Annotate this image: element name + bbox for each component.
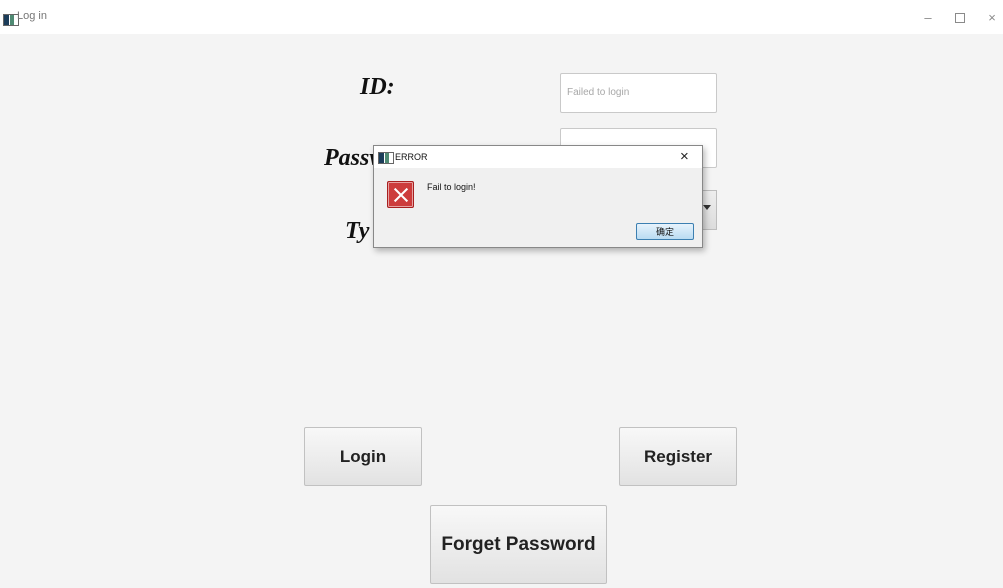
minimize-button[interactable]: – [913,6,943,30]
dialog-app-icon [378,152,394,164]
chevron-down-icon [703,205,711,210]
register-button[interactable]: Register [619,427,737,486]
window-title: Log in [17,10,47,22]
dialog-message: Fail to login! [427,182,476,192]
dialog-close-button[interactable]: × [680,148,689,166]
dialog-title: ERROR [395,152,428,162]
login-button[interactable]: Login [304,427,422,486]
maximize-button[interactable] [945,6,975,30]
dialog-titlebar: ERROR × [374,146,702,168]
forget-password-button[interactable]: Forget Password [430,505,607,584]
maximize-icon [955,12,965,23]
error-icon [387,181,414,208]
id-input[interactable]: Failed to login [560,73,717,113]
id-label: ID: [360,74,395,100]
ok-button[interactable]: 确定 [636,223,694,240]
type-label: Ty [345,218,370,244]
window-titlebar: Log in – × [0,0,1003,34]
error-dialog: ERROR × Fail to login! 确定 [373,145,703,248]
close-button[interactable]: × [977,6,1003,30]
